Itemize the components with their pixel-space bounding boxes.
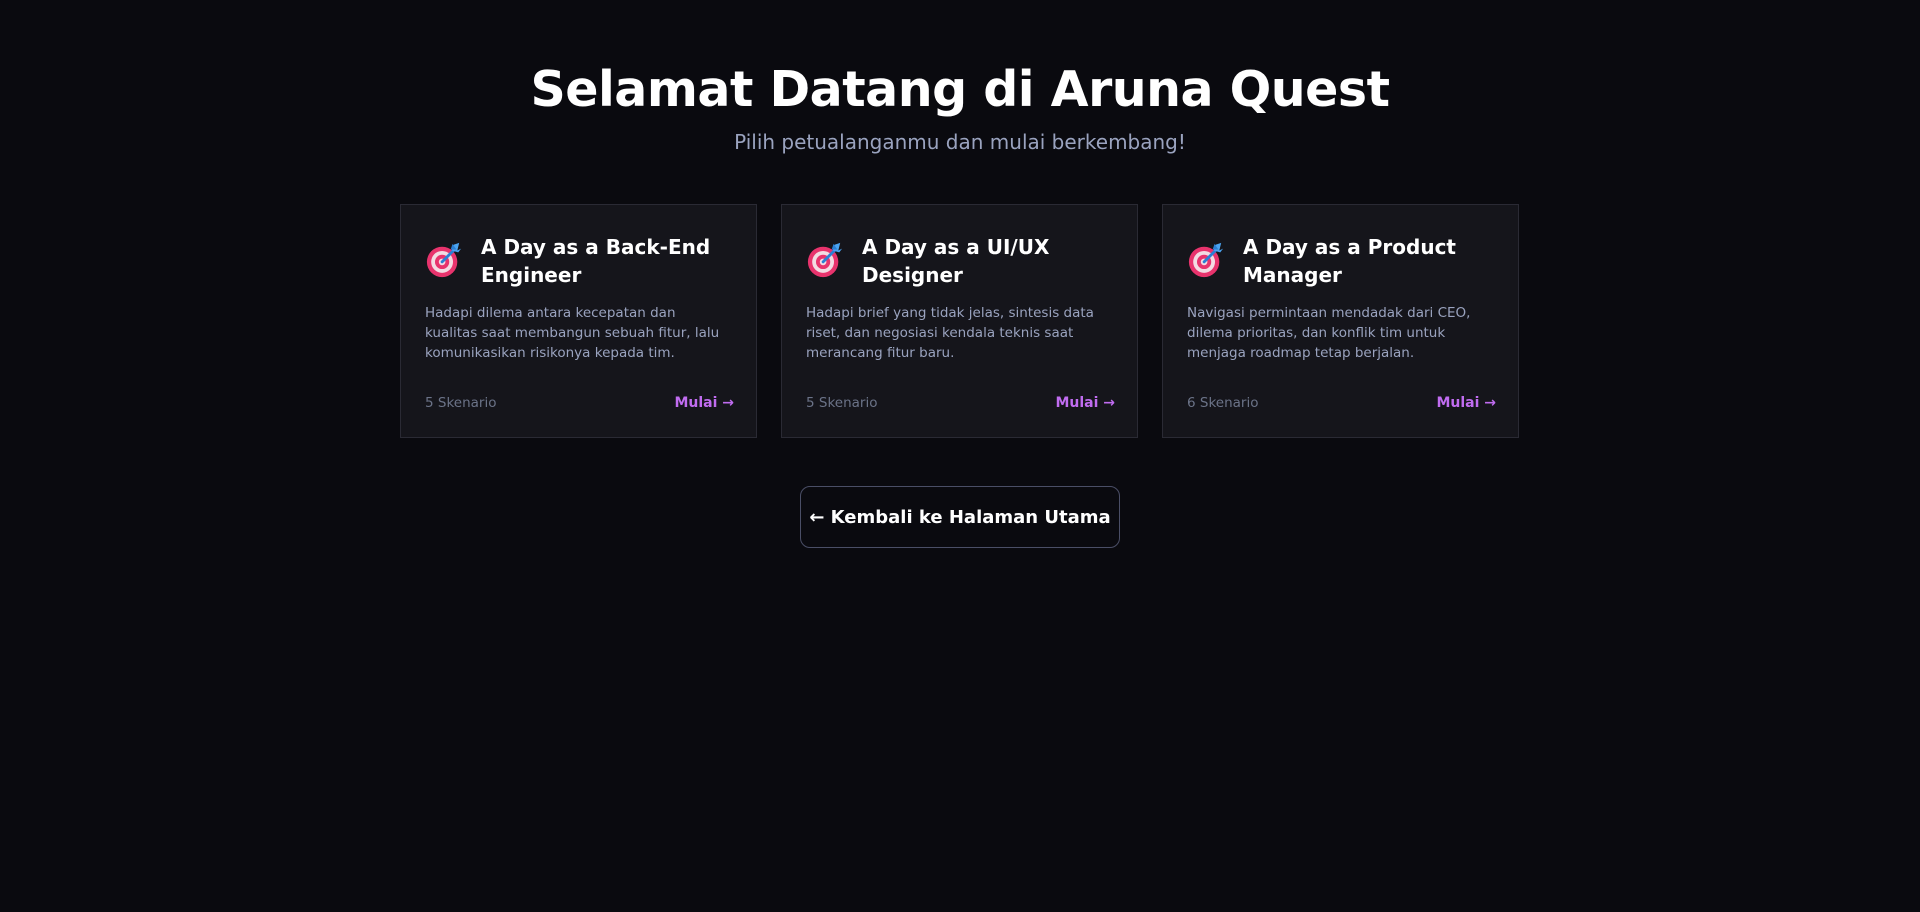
card-footer: 6 Skenario Mulai → bbox=[1187, 395, 1496, 411]
quest-card-product-manager[interactable]: A Day as a Product Manager Navigasi perm… bbox=[1162, 204, 1519, 438]
card-footer: 5 Skenario Mulai → bbox=[806, 395, 1115, 411]
card-header: A Day as a Back-End Engineer bbox=[425, 233, 732, 289]
page-title: Selamat Datang di Aruna Quest bbox=[530, 61, 1390, 118]
start-link[interactable]: Mulai → bbox=[1436, 395, 1496, 411]
quest-card-list: A Day as a Back-End Engineer Hadapi dile… bbox=[400, 204, 1520, 438]
card-title: A Day as a Product Manager bbox=[1243, 235, 1456, 287]
page: Selamat Datang di Aruna Quest Pilih petu… bbox=[0, 0, 1920, 912]
start-link[interactable]: Mulai → bbox=[674, 395, 734, 411]
page-subtitle: Pilih petualanganmu dan mulai berkembang… bbox=[734, 130, 1186, 154]
target-icon bbox=[1188, 242, 1224, 278]
card-description: Navigasi permintaan mendadak dari CEO, d… bbox=[1187, 305, 1471, 361]
start-link[interactable]: Mulai → bbox=[1055, 395, 1115, 411]
card-description: Hadapi dilema antara kecepatan dan kuali… bbox=[425, 305, 720, 361]
target-icon bbox=[807, 242, 843, 278]
card-footer: 5 Skenario Mulai → bbox=[425, 395, 734, 411]
scenario-count: 5 Skenario bbox=[806, 395, 878, 411]
card-header: A Day as a UI/UX Designer bbox=[806, 233, 1113, 289]
target-icon bbox=[426, 242, 462, 278]
card-description: Hadapi brief yang tidak jelas, sintesis … bbox=[806, 305, 1094, 361]
quest-card-backend[interactable]: A Day as a Back-End Engineer Hadapi dile… bbox=[400, 204, 757, 438]
scenario-count: 6 Skenario bbox=[1187, 395, 1259, 411]
back-to-home-button[interactable]: ← Kembali ke Halaman Utama bbox=[800, 486, 1120, 548]
card-title: A Day as a UI/UX Designer bbox=[862, 235, 1050, 287]
card-title: A Day as a Back-End Engineer bbox=[481, 235, 711, 287]
card-header: A Day as a Product Manager bbox=[1187, 233, 1494, 289]
scenario-count: 5 Skenario bbox=[425, 395, 497, 411]
quest-card-uiux[interactable]: A Day as a UI/UX Designer Hadapi brief y… bbox=[781, 204, 1138, 438]
